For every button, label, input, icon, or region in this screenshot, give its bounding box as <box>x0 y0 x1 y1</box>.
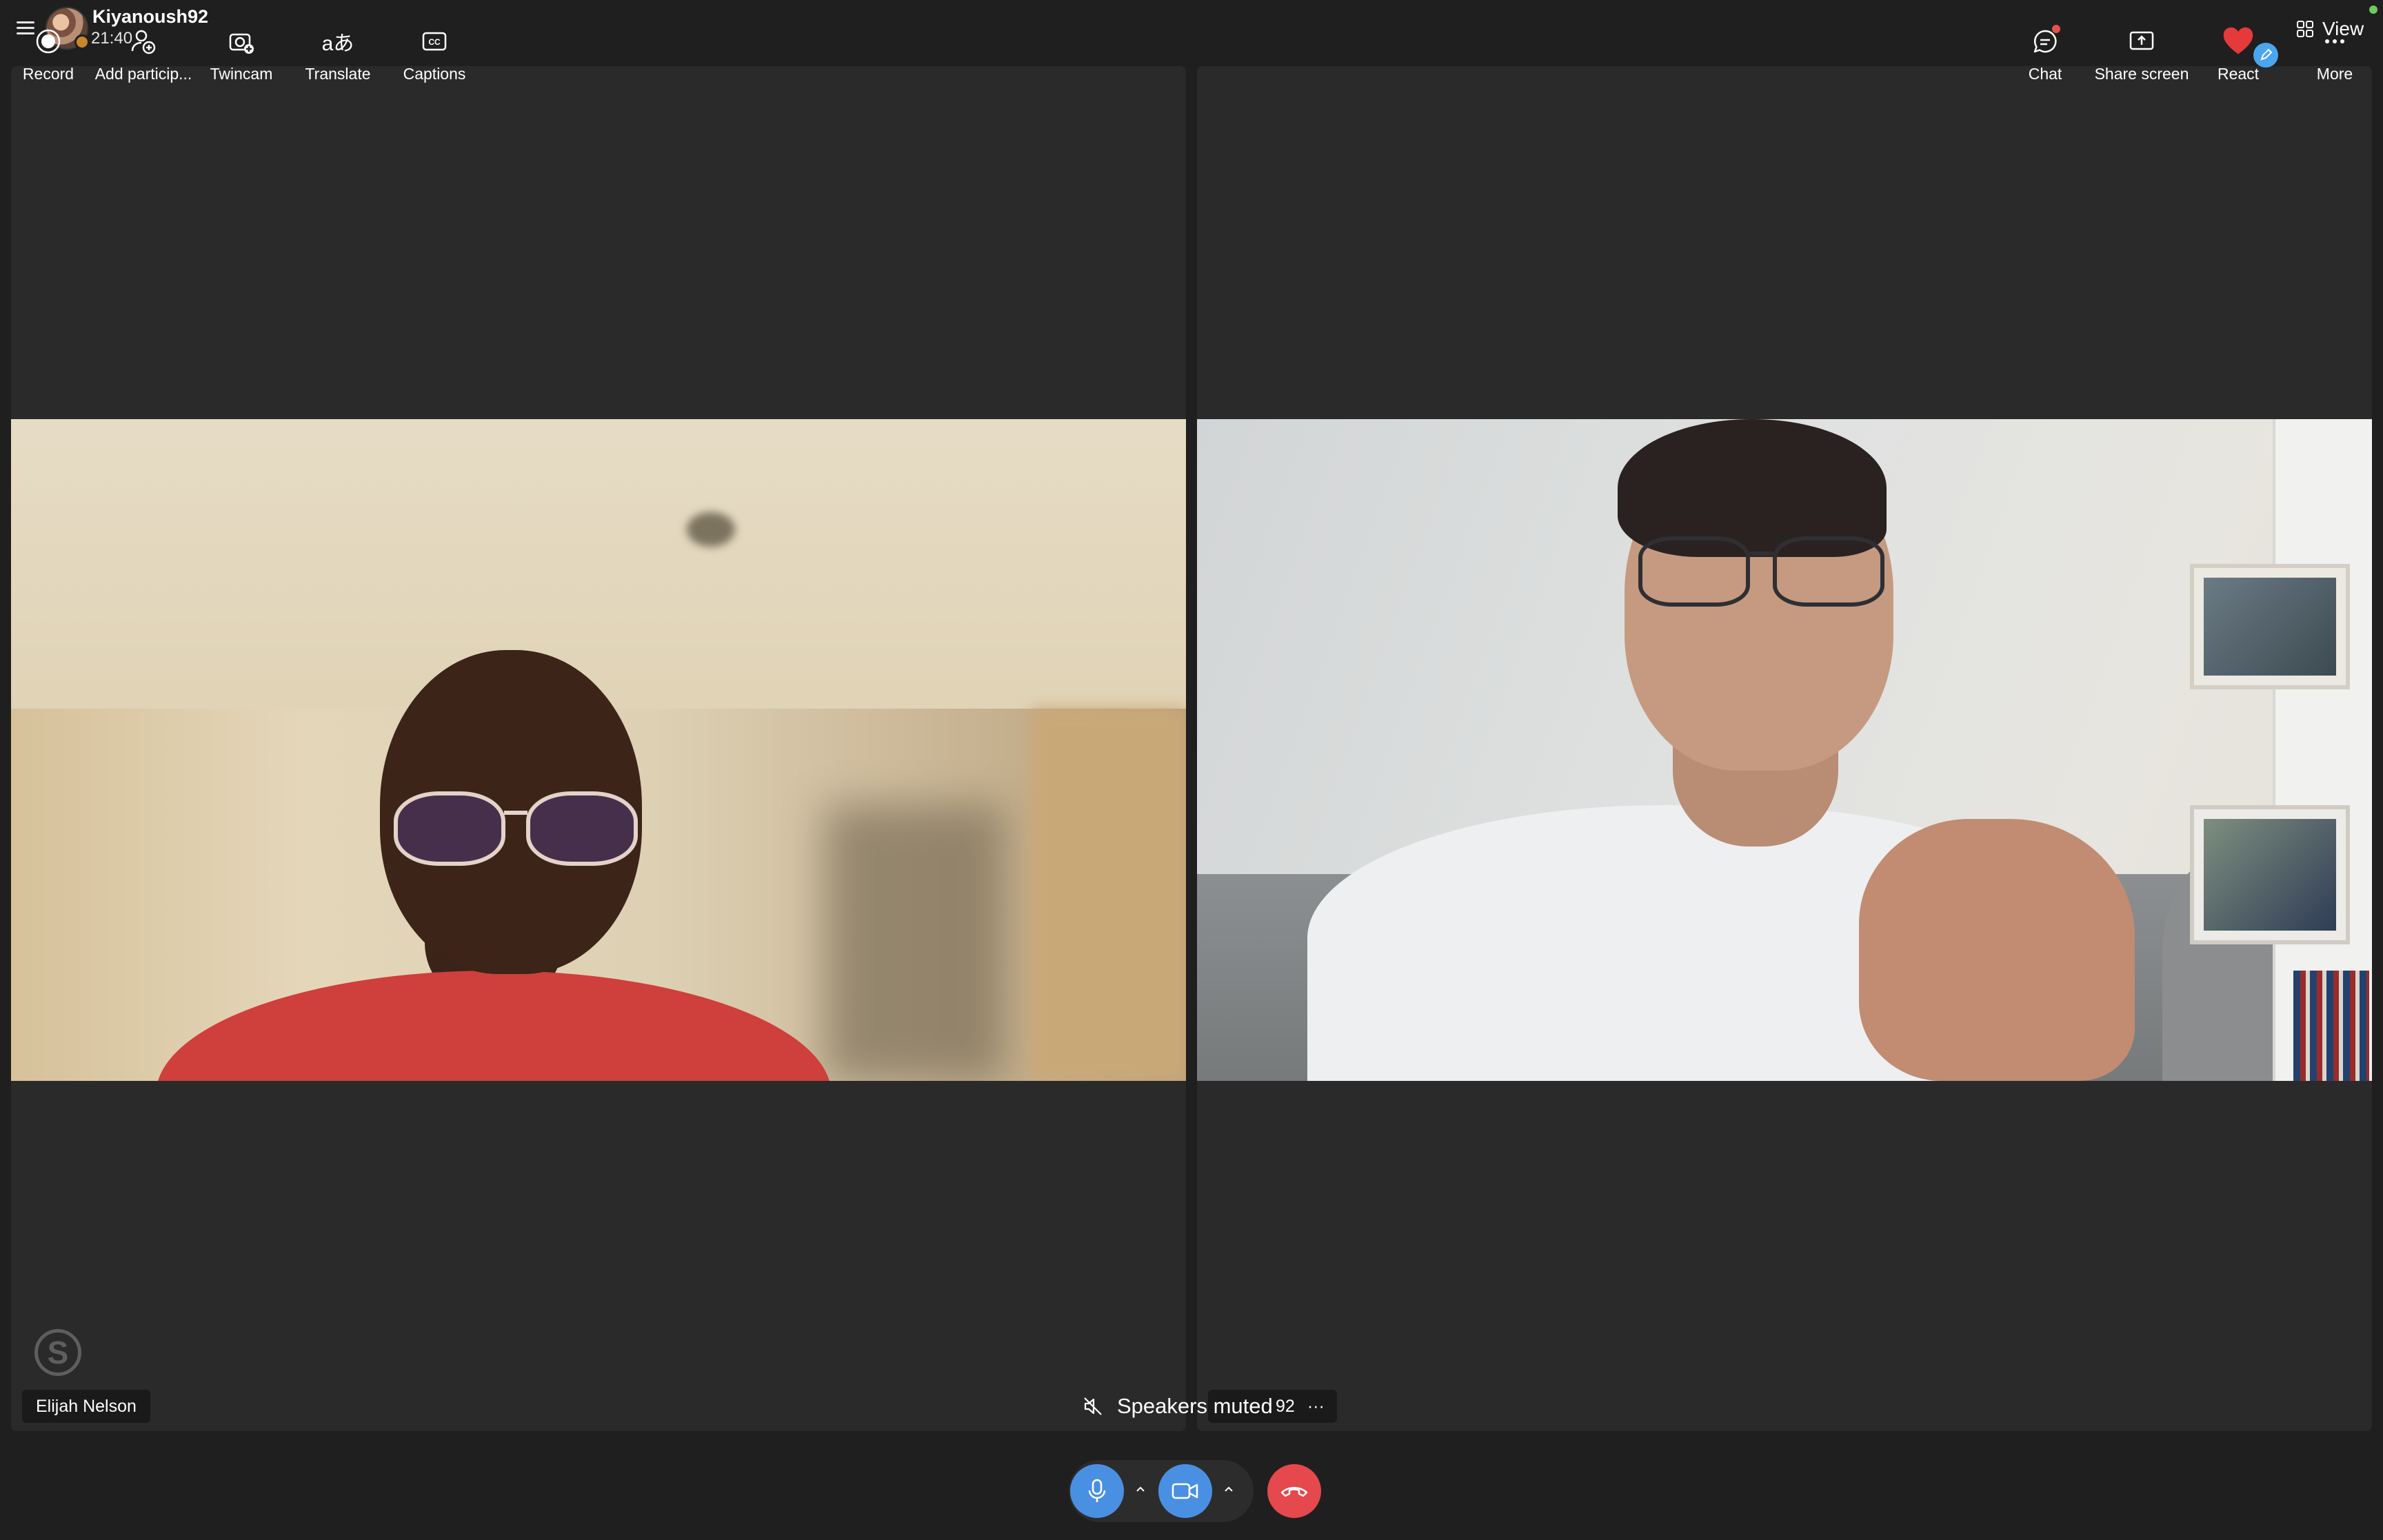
react-label: React <box>2217 65 2260 83</box>
more-button[interactable]: More <box>2286 25 2383 83</box>
video-feed-right <box>1197 419 2372 1081</box>
share-screen-button[interactable]: Share screen <box>2093 25 2190 83</box>
record-label: Record <box>22 65 74 83</box>
react-button[interactable]: React <box>2190 25 2286 83</box>
add-participant-button[interactable]: Add particip... <box>95 25 192 83</box>
captions-label: Captions <box>403 65 466 83</box>
video-feed-left <box>11 419 1186 1081</box>
participant-more-icon[interactable]: ··· <box>1307 1397 1325 1417</box>
chat-icon <box>2029 25 2062 58</box>
captions-button[interactable]: CC Captions <box>386 25 483 83</box>
connection-dot <box>2369 6 2377 14</box>
camera-options-chevron-icon[interactable] <box>1219 1479 1238 1499</box>
microphone-icon <box>1088 1479 1106 1502</box>
video-camera-icon <box>1172 1483 1198 1499</box>
end-call-button[interactable] <box>1267 1464 1321 1518</box>
speaker-muted-icon <box>1084 1397 1102 1415</box>
translate-icon: aあ <box>321 25 354 58</box>
chat-label: Chat <box>2028 65 2062 83</box>
heart-icon <box>2222 25 2278 68</box>
twincam-icon <box>225 25 258 58</box>
add-participant-label: Add particip... <box>94 65 192 83</box>
participant-name-tag-left: Elijah Nelson <box>22 1390 150 1423</box>
add-person-icon <box>127 25 160 58</box>
participant-name-partial: 92 <box>1276 1396 1295 1416</box>
participant-tile-left[interactable] <box>11 66 1186 1431</box>
captions-icon: CC <box>418 25 451 58</box>
hang-up-icon <box>1280 1487 1308 1497</box>
speakers-muted-text: Speakers muted <box>1117 1394 1273 1418</box>
skype-logo-icon: S <box>34 1329 81 1376</box>
record-button[interactable]: Record <box>0 25 97 83</box>
translate-glyph: aあ <box>321 32 354 55</box>
speakers-muted-toast: Speakers muted <box>1083 1386 1273 1427</box>
translate-button[interactable]: aあ Translate <box>290 25 386 83</box>
more-label: More <box>2316 65 2353 83</box>
chat-button[interactable]: Chat <box>1997 25 2093 83</box>
camera-button[interactable] <box>1158 1464 1212 1518</box>
chat-notification-dot <box>2052 25 2060 33</box>
share-screen-icon <box>2125 25 2158 58</box>
twincam-label: Twincam <box>210 65 273 83</box>
participant-tile-right[interactable] <box>1197 66 2372 1431</box>
edit-reaction-icon <box>2253 43 2278 68</box>
translate-label: Translate <box>305 65 371 83</box>
more-dots-icon <box>2318 25 2351 58</box>
record-icon <box>32 25 65 58</box>
svg-text:CC: CC <box>428 37 441 47</box>
microphone-button[interactable] <box>1070 1464 1124 1518</box>
share-screen-label: Share screen <box>2094 65 2189 83</box>
twincam-button[interactable]: Twincam <box>193 25 290 83</box>
mic-options-chevron-icon[interactable] <box>1131 1479 1150 1499</box>
